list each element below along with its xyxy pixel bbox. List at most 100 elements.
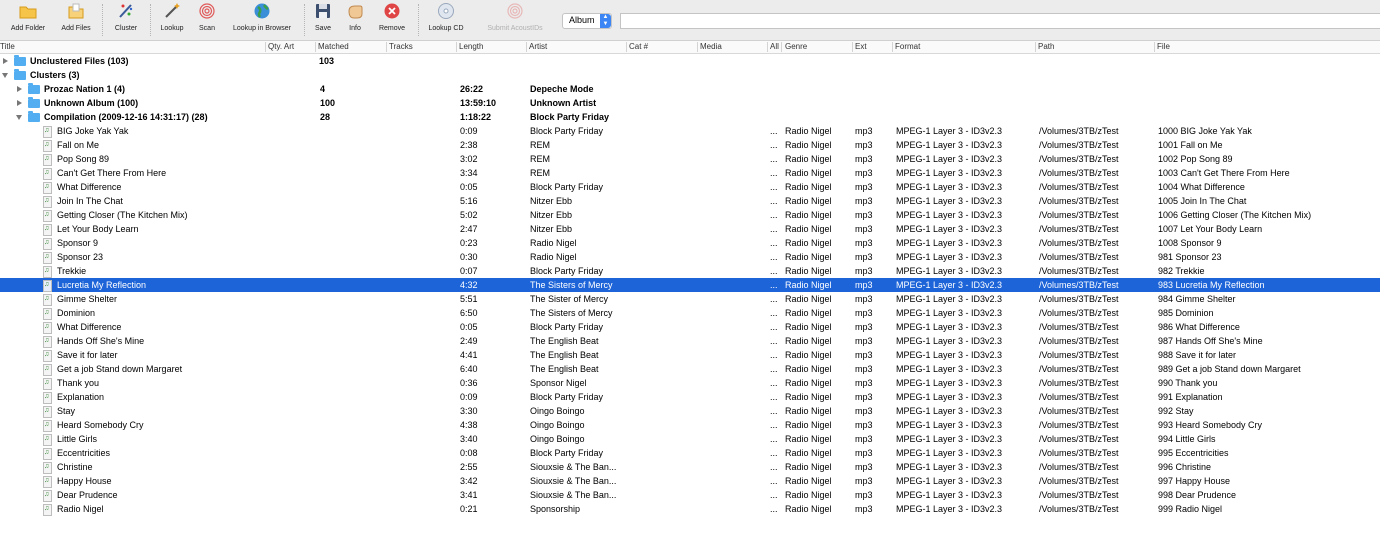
lookup-button[interactable]: Lookup [155, 0, 189, 40]
music-file-icon [43, 446, 52, 460]
track-row[interactable]: Fall on Me 2:38 REM... Radio Nigel mp3 MPEG-1… [0, 138, 1380, 152]
track-row[interactable]: Sponsor 9 0:23 Radio Nigel... Radio Nigel mp… [0, 236, 1380, 250]
scan-button[interactable]: Scan [192, 0, 222, 40]
lookup-cd-button[interactable]: Lookup CD [424, 0, 468, 40]
track-row[interactable]: Eccentricities 0:08 Block Party Friday... R… [0, 446, 1380, 460]
lookup-in-browser-button[interactable]: Lookup in Browser [226, 0, 298, 40]
track-row[interactable]: Can't Get There From Here 3:34 REM... Radio… [0, 166, 1380, 180]
header-file[interactable]: File [1157, 41, 1170, 53]
track-row[interactable]: Trekkie 0:07 Block Party Friday... Radio Ni… [0, 264, 1380, 278]
track-row[interactable]: Radio Nigel 0:21 Sponsorship... Radio Nigel… [0, 502, 1380, 516]
track-artist: Nitzer Ebb [530, 210, 573, 220]
add-folder-button[interactable]: Add Folder [6, 0, 50, 40]
save-button[interactable]: Save [309, 0, 337, 40]
track-row[interactable]: Sponsor 23 0:30 Radio Nigel... Radio Nigel m… [0, 250, 1380, 264]
header-qty-art[interactable]: Qty. Art [268, 41, 294, 53]
header-cat[interactable]: Cat # [629, 41, 648, 53]
track-file: 998 Dear Prudence [1158, 490, 1237, 500]
track-title: Explanation [57, 392, 105, 402]
toolbar: Add Folder Add Files Cluster Lookup Scan… [0, 0, 1380, 41]
track-artist: Oingo Boingo [530, 406, 585, 416]
track-row[interactable]: Little Girls 3:40 Oingo Boingo... Radio Nig… [0, 432, 1380, 446]
track-title: BIG Joke Yak Yak [57, 126, 129, 136]
header-tracks[interactable]: Tracks [389, 41, 413, 53]
track-row[interactable]: Happy House 3:42 Siouxsie & The Ban...... R… [0, 474, 1380, 488]
track-title: Fall on Me [57, 140, 100, 150]
tree-row-cluster[interactable]: Unknown Album (100) 100 13:59:10 Unknown… [0, 96, 1380, 110]
disclosure-triangle-icon[interactable] [16, 115, 22, 120]
tree-row-cluster[interactable]: Compilation (2009-12-16 14:31:17) (28) 2… [0, 110, 1380, 124]
group-artist: Unknown Artist [530, 98, 597, 108]
info-button[interactable]: Info [341, 0, 369, 40]
track-row[interactable]: Join In The Chat 5:16 Nitzer Ebb... Radio N… [0, 194, 1380, 208]
header-divider [456, 42, 457, 52]
track-row[interactable]: Save it for later 4:41 The English Beat...… [0, 348, 1380, 362]
track-format: MPEG-1 Layer 3 - ID3v2.3 [896, 434, 1003, 444]
disclosure-triangle-icon[interactable] [3, 58, 8, 64]
track-ext: mp3 [855, 266, 873, 276]
track-row[interactable]: BIG Joke Yak Yak 0:09 Block Party Friday..… [0, 124, 1380, 138]
disclosure-triangle-icon[interactable] [17, 86, 22, 92]
track-path: /Volumes/3TB/zTest [1039, 154, 1119, 164]
track-format: MPEG-1 Layer 3 - ID3v2.3 [896, 364, 1003, 374]
track-ext: mp3 [855, 154, 873, 164]
track-ellipsis: ... [770, 280, 778, 290]
track-row[interactable]: Dominion 6:50 The Sisters of Mercy... Radio… [0, 306, 1380, 320]
track-row[interactable]: Getting Closer (The Kitchen Mix) 5:02 Nitz… [0, 208, 1380, 222]
track-row[interactable]: Hands Off She's Mine 2:49 The English Beat… [0, 334, 1380, 348]
track-row[interactable]: What Difference 0:05 Block Party Friday...… [0, 320, 1380, 334]
track-row[interactable]: Stay 3:30 Oingo Boingo... Radio Nigel mp3 MPE… [0, 404, 1380, 418]
track-row[interactable]: Let Your Body Learn 2:47 Nitzer Ebb... Radi… [0, 222, 1380, 236]
disclosure-triangle-icon[interactable] [2, 73, 8, 78]
add-files-button[interactable]: Add Files [56, 0, 96, 40]
header-format[interactable]: Format [895, 41, 920, 53]
header-media[interactable]: Media [700, 41, 722, 53]
track-row[interactable]: Dear Prudence 3:41 Siouxsie & The Ban.....… [0, 488, 1380, 502]
track-ellipsis: ... [770, 294, 778, 304]
header-path[interactable]: Path [1038, 41, 1054, 53]
track-artist: Nitzer Ebb [530, 196, 573, 206]
track-row[interactable]: Explanation 0:09 Block Party Friday... Radi… [0, 390, 1380, 404]
search-input[interactable] [620, 13, 1380, 29]
track-row[interactable]: Thank you 0:36 Sponsor Nigel... Radio Nigel… [0, 376, 1380, 390]
track-row[interactable]: Gimme Shelter 5:51 The Sister of Mercy... R… [0, 292, 1380, 306]
header-genre[interactable]: Genre [785, 41, 807, 53]
header-artist[interactable]: Artist [529, 41, 547, 53]
track-genre: Radio Nigel [785, 448, 832, 458]
disclosure-triangle-icon[interactable] [17, 100, 22, 106]
cd-icon [438, 3, 454, 19]
remove-button[interactable]: Remove [374, 0, 410, 40]
track-file: 1008 Sponsor 9 [1158, 238, 1222, 248]
music-file-icon [43, 362, 52, 376]
track-title: Stay [57, 406, 76, 416]
music-file-icon [43, 320, 52, 334]
submit-acoustids-button[interactable]: Submit AcoustIDs [482, 0, 548, 40]
header-matched[interactable]: Matched [318, 41, 349, 53]
header-ext[interactable]: Ext [855, 41, 867, 53]
track-row[interactable]: Pop Song 89 3:02 REM... Radio Nigel mp3 MPEG-… [0, 152, 1380, 166]
tree-row-unclustered[interactable]: Unclustered Files (103) 103 [0, 54, 1380, 68]
track-title: Sponsor 23 [57, 252, 104, 262]
track-row[interactable]: Lucretia My Reflection 4:32 The Sisters of… [0, 278, 1380, 292]
cluster-button[interactable]: Cluster [108, 0, 144, 40]
track-format: MPEG-1 Layer 3 - ID3v2.3 [896, 182, 1003, 192]
tree-row-cluster[interactable]: Prozac Nation 1 (4) 4 26:22 Depeche Mode [0, 82, 1380, 96]
track-artist: Block Party Friday [530, 448, 604, 458]
track-title: Trekkie [57, 266, 87, 276]
group-qty: 28 [320, 112, 331, 122]
track-row[interactable]: What Difference 0:05 Block Party Friday...… [0, 180, 1380, 194]
header-title[interactable]: Title [0, 41, 15, 53]
music-file-icon [43, 264, 52, 278]
header-all[interactable]: All [770, 41, 779, 53]
tree-row-clusters[interactable]: Clusters (3) [0, 68, 1380, 82]
track-ext: mp3 [855, 504, 873, 514]
track-row[interactable]: Get a job Stand down Margaret 6:40 The Eng… [0, 362, 1380, 376]
track-row[interactable]: Heard Somebody Cry 4:38 Oingo Boingo... Rad… [0, 418, 1380, 432]
search-type-select[interactable]: Album ▲ ▼ [562, 13, 612, 29]
track-genre: Radio Nigel [785, 476, 832, 486]
track-length: 2:49 [460, 336, 478, 346]
track-ext: mp3 [855, 140, 873, 150]
track-row[interactable]: Christine 2:55 Siouxsie & The Ban...... Rad… [0, 460, 1380, 474]
header-length[interactable]: Length [459, 41, 483, 53]
folder-icon [14, 55, 26, 66]
